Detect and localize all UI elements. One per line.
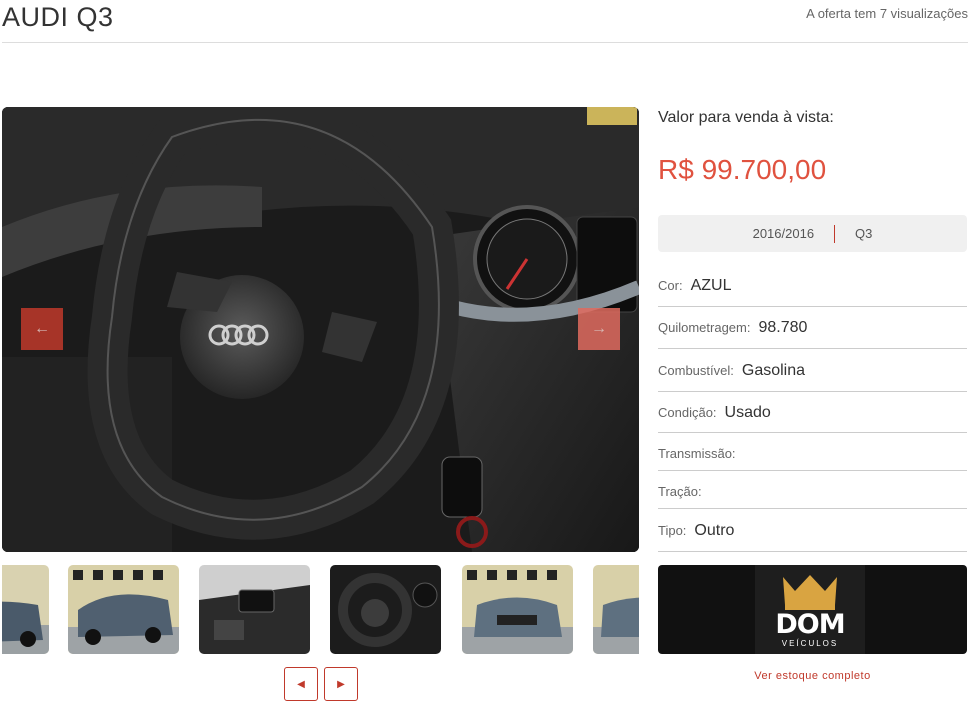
spec-key: Condição: — [658, 405, 717, 420]
spec-row-type: Tipo: Outro — [658, 522, 967, 552]
spec-value: Outro — [694, 522, 735, 539]
arrow-right-icon: → — [591, 320, 607, 337]
full-stock-link[interactable]: Ver estoque completo — [658, 670, 967, 682]
spec-row-transmission: Transmissão: — [658, 446, 967, 471]
year-value: 2016/2016 — [752, 226, 815, 241]
model-value: Q3 — [855, 226, 873, 241]
spec-value: 98.780 — [758, 319, 808, 336]
spec-row-color: Cor: AZUL — [658, 277, 967, 307]
spec-value: Usado — [724, 404, 771, 421]
spec-row-traction: Tração: — [658, 484, 967, 509]
thumbnail-strip — [2, 565, 639, 655]
thumbnail-6[interactable] — [593, 565, 639, 654]
caret-right-icon: ▶ — [337, 678, 345, 690]
crown-icon — [783, 575, 837, 610]
dealer-name: DOM — [775, 609, 845, 640]
main-photo[interactable] — [2, 107, 639, 552]
spec-key: Cor: — [658, 278, 683, 293]
prev-photo-button[interactable]: ← — [21, 308, 63, 350]
spec-value: Gasolina — [741, 362, 806, 379]
thumbnail-5[interactable] — [462, 565, 573, 654]
spec-row-mileage: Quilometragem: 98.780 — [658, 319, 967, 349]
spec-row-fuel: Combustível: Gasolina — [658, 362, 967, 392]
spec-key: Transmissão: — [658, 446, 736, 461]
meta-bar: 2016/2016 Q3 — [658, 215, 967, 252]
thumbnail-3[interactable] — [199, 565, 310, 654]
arrow-left-icon: ← — [34, 320, 50, 337]
page-title: AUDI Q3 — [2, 2, 114, 32]
next-photo-button[interactable]: → — [578, 308, 620, 350]
spec-key: Tração: — [658, 484, 702, 499]
thumbnail-4[interactable] — [330, 565, 441, 654]
thumbnail-1[interactable] — [2, 565, 49, 654]
thumbnail-next-button[interactable]: ▶ — [324, 667, 358, 701]
thumbnail-2[interactable] — [68, 565, 179, 654]
dealer-subtitle: VEÍCULOS — [781, 639, 839, 648]
dealer-logo: DOM VEÍCULOS — [755, 565, 865, 654]
meta-separator — [834, 224, 836, 243]
view-count: A oferta tem 7 visualizações — [806, 6, 968, 21]
spec-key: Tipo: — [658, 523, 687, 538]
steering-wheel-image — [2, 107, 639, 552]
spec-value: AZUL — [690, 277, 732, 294]
dealer-banner[interactable]: DOM VEÍCULOS — [658, 565, 967, 654]
caret-left-icon: ◀ — [297, 678, 305, 690]
divider — [2, 42, 968, 43]
price-label: Valor para venda à vista: — [658, 109, 834, 126]
spec-key: Combustível: — [658, 363, 734, 378]
spec-row-condition: Condição: Usado — [658, 404, 967, 433]
thumbnail-prev-button[interactable]: ◀ — [284, 667, 318, 701]
spec-key: Quilometragem: — [658, 320, 751, 335]
price-value: R$ 99.700,00 — [658, 154, 827, 185]
